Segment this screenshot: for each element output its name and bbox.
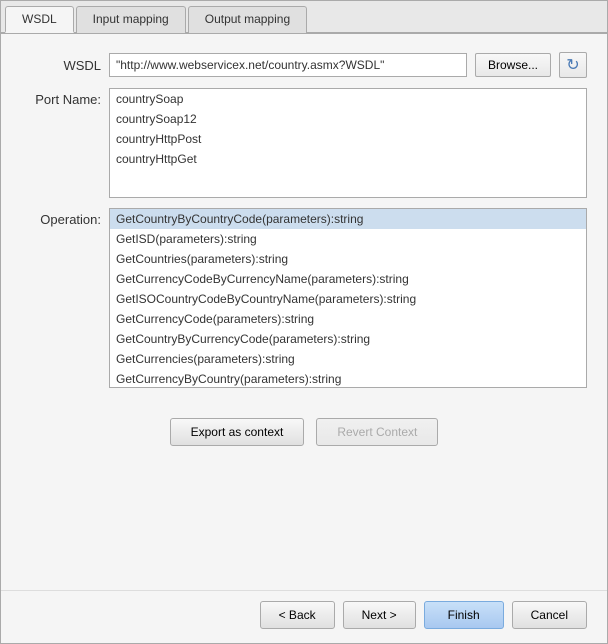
finish-button[interactable]: Finish [424,601,504,629]
tab-bar: WSDL Input mapping Output mapping [1,1,607,34]
revert-context-button[interactable]: Revert Context [316,418,438,446]
refresh-button[interactable]: ↻ [559,52,587,78]
tab-wsdl[interactable]: WSDL [5,6,74,33]
list-item[interactable]: GetCurrencyCode(parameters):string [110,309,586,329]
port-name-label: Port Name: [21,88,101,107]
bottom-nav: < Back Next > Finish Cancel [1,590,607,643]
cancel-button[interactable]: Cancel [512,601,587,629]
operation-listbox[interactable]: GetCountryByCountryCode(parameters):stri… [109,208,587,388]
back-button[interactable]: < Back [260,601,335,629]
list-item[interactable]: GetCountries(parameters):string [110,249,586,269]
tab-output-mapping[interactable]: Output mapping [188,6,307,33]
refresh-icon: ↻ [566,55,579,75]
tab-input-mapping[interactable]: Input mapping [76,6,186,33]
port-name-row: Port Name: countrySoap countrySoap12 cou… [21,88,587,198]
list-item[interactable]: GetCountryByCurrencyCode(parameters):str… [110,329,586,349]
list-item[interactable]: countryHttpPost [110,129,586,149]
dialog: WSDL Input mapping Output mapping WSDL B… [0,0,608,644]
wsdl-row: WSDL Browse... ↻ [21,52,587,78]
list-item[interactable]: GetCountryByCountryCode(parameters):stri… [110,209,586,229]
wsdl-input[interactable] [109,53,467,77]
port-name-listbox[interactable]: countrySoap countrySoap12 countryHttpPos… [109,88,587,198]
list-item[interactable]: countrySoap12 [110,109,586,129]
list-item[interactable]: GetISD(parameters):string [110,229,586,249]
content-area: WSDL Browse... ↻ Port Name: countrySoap … [1,34,607,590]
list-item[interactable]: countryHttpGet [110,149,586,169]
export-context-button[interactable]: Export as context [170,418,305,446]
browse-button[interactable]: Browse... [475,53,551,77]
list-item[interactable]: GetCurrencyCodeByCurrencyName(parameters… [110,269,586,289]
list-item[interactable]: GetCurrencyByCountry(parameters):string [110,369,586,388]
next-button[interactable]: Next > [343,601,416,629]
list-item[interactable]: countrySoap [110,89,586,109]
action-buttons-row: Export as context Revert Context [21,418,587,446]
operation-label: Operation: [21,208,101,227]
operation-row: Operation: GetCountryByCountryCode(param… [21,208,587,388]
list-item[interactable]: GetISOCountryCodeByCountryName(parameter… [110,289,586,309]
wsdl-label: WSDL [21,58,101,73]
list-item[interactable]: GetCurrencies(parameters):string [110,349,586,369]
